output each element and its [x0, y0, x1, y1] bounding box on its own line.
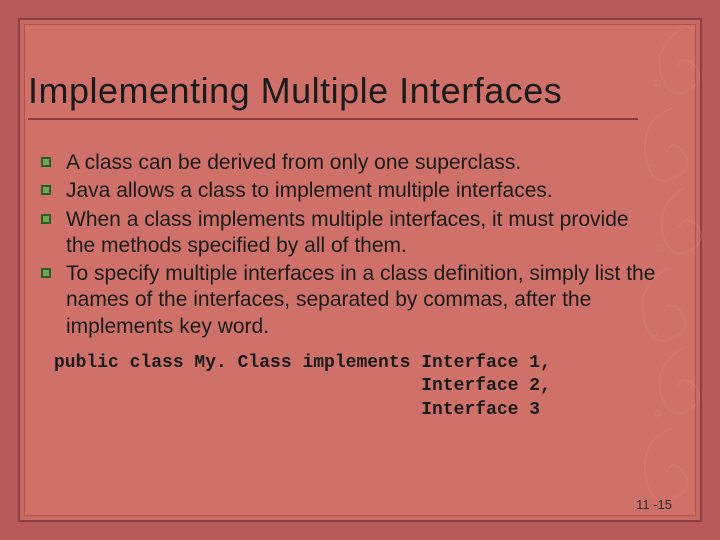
- bullet-text: When a class implements multiple interfa…: [66, 207, 660, 260]
- green-square-bullet-icon: [40, 213, 60, 225]
- green-square-bullet-icon: [40, 184, 60, 196]
- green-square-bullet-icon: [40, 156, 60, 168]
- code-example: public class My. Class implements Interf…: [54, 352, 660, 422]
- bullet-text: To specify multiple interfaces in a clas…: [66, 261, 660, 340]
- list-item: To specify multiple interfaces in a clas…: [40, 261, 660, 340]
- list-item: When a class implements multiple interfa…: [40, 207, 660, 260]
- list-item: A class can be derived from only one sup…: [40, 150, 660, 176]
- green-square-bullet-icon: [40, 267, 60, 279]
- slide-title: Implementing Multiple Interfaces: [28, 70, 562, 112]
- content-area: A class can be derived from only one sup…: [40, 150, 660, 422]
- title-underline: [28, 118, 638, 120]
- bullet-text: Java allows a class to implement multipl…: [66, 178, 553, 204]
- bullet-text: A class can be derived from only one sup…: [66, 150, 521, 176]
- page-number: 11 -15: [636, 497, 672, 512]
- list-item: Java allows a class to implement multipl…: [40, 178, 660, 204]
